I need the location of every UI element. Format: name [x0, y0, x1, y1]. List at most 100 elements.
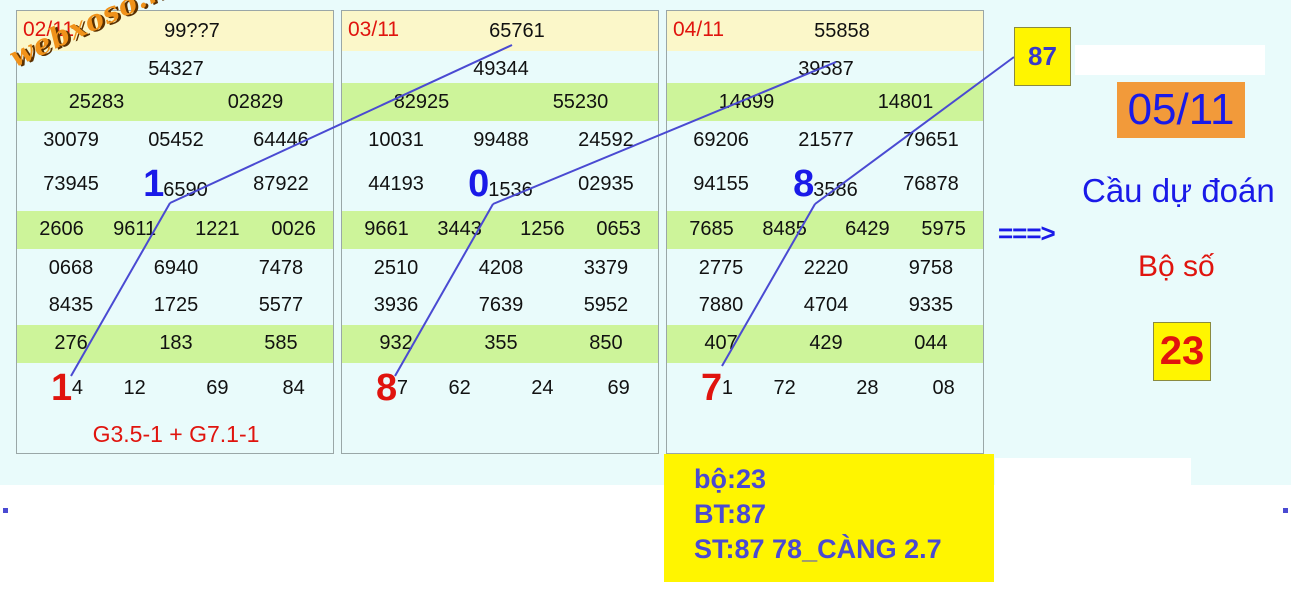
result-number: 24: [531, 377, 554, 399]
prediction-title: Cầu dự đoán: [1082, 172, 1275, 209]
highlight-digit-top: 0: [468, 163, 490, 205]
result-number: 9758: [908, 257, 954, 279]
results-table: 02/11 99??7 54327 25283 02829 30079 05452 64446…: [16, 10, 334, 454]
result-number: 0653: [596, 218, 641, 240]
result-number: 49344: [473, 58, 529, 80]
summary-line-3: ST:87 78_CÀNG 2.7: [694, 534, 942, 564]
result-number: 3586: [813, 179, 858, 201]
result-number: 407: [704, 332, 738, 354]
highlight-digit-bottom: 7: [700, 367, 723, 409]
table-row-band: [17, 83, 333, 121]
result-number: 044: [914, 332, 948, 354]
result-number: 9661: [364, 218, 409, 240]
result-number: 1536: [488, 179, 533, 201]
result-number: 4704: [803, 294, 849, 316]
result-number: 39587: [798, 58, 854, 80]
result-number: 44193: [368, 173, 424, 195]
result-number: 14699: [718, 91, 775, 113]
result-number: 6590: [163, 179, 208, 201]
result-number: 54327: [148, 58, 204, 80]
result-number: 3936: [373, 294, 419, 316]
result-number: 3443: [437, 218, 482, 240]
result-number: 94155: [693, 173, 749, 195]
result-number: 64446: [253, 129, 309, 151]
result-number: 99??7: [164, 20, 220, 42]
result-number: 4208: [478, 257, 524, 279]
result-number: 73945: [43, 173, 99, 195]
result-number: 24592: [578, 129, 634, 151]
result-number: 7639: [478, 294, 524, 316]
result-number: 2220: [803, 257, 849, 279]
result-number: 28: [856, 377, 879, 399]
result-number: 55230: [552, 91, 609, 113]
table-row-band: [667, 83, 983, 121]
summary-line-1: bộ:23: [694, 464, 767, 494]
edge-dot: [1283, 508, 1288, 513]
result-number: 355: [484, 332, 518, 354]
result-number: 69: [206, 377, 229, 399]
edge-dot: [3, 508, 8, 513]
summary-line-2: BT:87: [694, 499, 767, 529]
result-number: 82925: [393, 91, 450, 113]
formula-note: G3.5-1 + G7.1-1: [92, 421, 260, 447]
result-number: 5952: [583, 294, 629, 316]
result-number: 9611: [113, 218, 157, 240]
results-table: 04/11 55858 39587 14699 14801 69206 21577 79651…: [666, 10, 984, 454]
result-number: 429: [809, 332, 843, 354]
result-number: 3379: [583, 257, 629, 279]
result-number: 9335: [908, 294, 954, 316]
result-number: 1256: [520, 218, 565, 240]
result-number: 87922: [253, 173, 309, 195]
result-number: 2510: [373, 257, 419, 279]
highlight-digit-bottom: 8: [375, 367, 398, 409]
result-number: 6429: [845, 218, 890, 240]
white-bar: [1075, 45, 1265, 75]
result-number: 30079: [43, 129, 99, 151]
result-number: 7: [396, 377, 408, 399]
highlight-digit-top: 8: [793, 163, 815, 205]
result-number: 14801: [877, 91, 934, 113]
callout-87: 87: [1014, 27, 1071, 86]
set-value: 23: [1153, 322, 1211, 381]
result-number: 25283: [68, 91, 125, 113]
result-number: 02829: [227, 91, 284, 113]
result-number: 7880: [698, 294, 744, 316]
summary-panel: bộ:23 BT:87 ST:87 78_CÀNG 2.7: [664, 454, 994, 582]
result-number: 2606: [39, 218, 84, 240]
result-number: 932: [379, 332, 413, 354]
results-table: 03/11 65761 49344 82925 55230 10031 99488 24592…: [341, 10, 659, 454]
result-number: 62: [448, 377, 471, 399]
result-number: 2775: [698, 257, 744, 279]
result-number: 21577: [798, 129, 854, 151]
highlight-digit-top: 1: [143, 163, 165, 205]
result-number: 850: [589, 332, 623, 354]
result-number: 84: [282, 377, 305, 399]
table-date: 04/11: [673, 18, 724, 41]
arrow-indicator: ===>: [998, 218, 1056, 248]
result-number: 76878: [903, 173, 959, 195]
prediction-date: 05/11: [1117, 82, 1245, 138]
result-number: 5577: [258, 294, 304, 316]
result-number: 02935: [578, 173, 634, 195]
result-number: 08: [932, 377, 955, 399]
result-number: 8435: [48, 294, 94, 316]
result-number: 7685: [689, 218, 734, 240]
result-number: 65761: [489, 20, 545, 42]
result-number: 10031: [368, 129, 424, 151]
result-number: 0026: [271, 218, 316, 240]
table-row-band: [342, 83, 658, 121]
set-label: Bộ số: [1138, 250, 1215, 283]
result-number: 183: [159, 332, 193, 354]
result-number: 12: [123, 377, 146, 399]
result-number: 1725: [153, 294, 199, 316]
bottom-strip: [0, 485, 1291, 589]
result-number: 276: [54, 332, 88, 354]
result-number: 6940: [153, 257, 199, 279]
result-number: 1221: [195, 218, 240, 240]
white-bar: [995, 458, 1191, 488]
result-number: 55858: [814, 20, 870, 42]
result-number: 4: [71, 377, 83, 399]
table-date: 03/11: [348, 18, 399, 41]
result-number: 8485: [762, 218, 807, 240]
result-number: 7478: [258, 257, 304, 279]
